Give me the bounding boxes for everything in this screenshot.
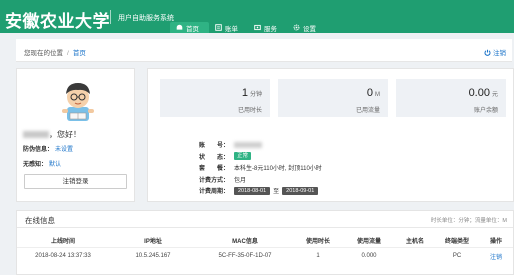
online-info-panel: 在线信息 时长单位：分钟；流量单位：M 上线时间 IP地址 MAC信息 使用时长… bbox=[16, 210, 514, 275]
table-header-row: 上线时间 IP地址 MAC信息 使用时长 使用流量 主机名 终端类型 操作 bbox=[17, 233, 513, 248]
avatar bbox=[62, 83, 94, 121]
security-label: 防伪信息： bbox=[23, 147, 54, 153]
status-label: 状 态： bbox=[199, 154, 230, 161]
col-header: MAC信息 bbox=[232, 238, 258, 245]
period-label: 计费周期： bbox=[199, 189, 230, 196]
col-header: 使用时长 bbox=[305, 238, 330, 245]
col-header: 终端类型 bbox=[444, 238, 469, 245]
nav-item-settings[interactable]: 设置 bbox=[287, 22, 326, 33]
breadcrumb-home-link[interactable]: 首页 bbox=[73, 50, 86, 57]
stat-unit: M bbox=[375, 92, 380, 98]
stat-number: 0 bbox=[366, 87, 373, 99]
perception-row: 无感知： 默认 bbox=[23, 159, 61, 168]
stat-number: 1 bbox=[241, 87, 248, 99]
cell-terminal: PC bbox=[435, 247, 479, 264]
table-row: 2018-08-24 13:37:33 10.5.245.167 5C-FF-3… bbox=[17, 247, 513, 264]
package-value: 本科生-8元110小时, 封顶110小时 bbox=[234, 166, 322, 173]
top-header: 安徽农业大学 用户自助服务系统 首页 账单 服务 设置 bbox=[0, 0, 514, 33]
col-header: 操作 bbox=[489, 238, 502, 245]
nav-item-service[interactable]: 服务 bbox=[248, 22, 287, 33]
package-label: 套 餐： bbox=[199, 166, 230, 173]
logout-button[interactable]: 注销登录 bbox=[24, 174, 127, 189]
cell-traffic: 0.000 bbox=[343, 247, 395, 264]
cell-ip: 10.5.245.167 bbox=[109, 247, 197, 264]
account-row: 账 号： bbox=[199, 139, 322, 151]
package-row: 套 餐： 本科生-8元110小时, 封顶110小时 bbox=[199, 162, 322, 174]
nav-label: 设置 bbox=[303, 25, 316, 33]
logout-label: 注销 bbox=[493, 50, 506, 57]
header-divider bbox=[110, 10, 111, 24]
status-row: 状 态： 正常 bbox=[199, 151, 322, 163]
account-stats-panel: 1 分钟 已用时长 0M 已用流量 0.00 元 账户余额 账 号： 状 态： 正常 … bbox=[147, 68, 514, 202]
online-title: 在线信息 bbox=[25, 216, 55, 225]
stat-label: 已用时长 bbox=[237, 108, 262, 114]
greeting-text: ，您好！ bbox=[49, 130, 81, 139]
security-info-row: 防伪信息： 未设置 bbox=[23, 144, 73, 153]
account-label: 账 号： bbox=[199, 143, 230, 150]
row-logout-link[interactable]: 注销 bbox=[490, 255, 502, 261]
period-end: 2018-09-01 bbox=[282, 186, 319, 195]
col-header: 上线时间 bbox=[50, 238, 75, 245]
col-header: IP地址 bbox=[144, 238, 162, 245]
service-icon bbox=[254, 24, 261, 31]
cell-mac: 5C-FF-35-0F-1D-07 bbox=[197, 247, 293, 264]
stat-unit: 分钟 bbox=[249, 92, 262, 98]
col-header: 使用流量 bbox=[356, 238, 381, 245]
power-icon bbox=[484, 49, 491, 56]
panel-divider bbox=[17, 227, 513, 228]
breadcrumb-text: 您现在的位置 / 首页 bbox=[24, 47, 86, 57]
billing-row: 计费方式： 包月 bbox=[199, 174, 322, 186]
nav-label: 首页 bbox=[186, 25, 199, 33]
stat-value: 0.00 元 bbox=[469, 87, 498, 99]
account-info: 账 号： 状 态： 正常 套 餐： 本科生-8元110小时, 封顶110小时 计费方… bbox=[199, 139, 322, 197]
perception-link[interactable]: 默认 bbox=[49, 162, 61, 168]
cell-action: 注销 bbox=[479, 247, 513, 264]
breadcrumb-location: 您现在的位置 bbox=[24, 50, 63, 57]
stat-balance: 0.00 元 账户余额 bbox=[396, 79, 506, 117]
stat-label: 已用流量 bbox=[355, 108, 380, 114]
cell-host bbox=[395, 247, 435, 264]
stat-value: 1 分钟 bbox=[242, 87, 262, 99]
gear-icon bbox=[293, 24, 300, 31]
stat-unit: 元 bbox=[491, 92, 498, 98]
period-start: 2018-08-01 bbox=[234, 186, 271, 195]
nav-item-bill[interactable]: 账单 bbox=[209, 22, 248, 33]
site-logo: 安徽农业大学 bbox=[5, 12, 110, 31]
nav-label: 账单 bbox=[225, 25, 238, 33]
breadcrumb-separator: / bbox=[67, 50, 69, 57]
security-link[interactable]: 未设置 bbox=[55, 147, 73, 153]
system-subtitle: 用户自助服务系统 bbox=[118, 15, 174, 22]
greeting: ，您好！ bbox=[23, 129, 81, 140]
home-icon bbox=[176, 24, 183, 30]
period-row: 计费周期： 2018-08-01 至 2018-09-01 bbox=[199, 185, 322, 197]
billing-label: 计费方式： bbox=[199, 177, 230, 184]
status-badge: 正常 bbox=[234, 152, 252, 161]
main-nav: 首页 账单 服务 设置 bbox=[170, 22, 326, 33]
cell-duration: 1 bbox=[293, 247, 343, 264]
stat-value: 0M bbox=[367, 87, 380, 99]
period-to: 至 bbox=[273, 189, 280, 196]
breadcrumb: 您现在的位置 / 首页 注销 bbox=[16, 39, 512, 62]
top-logout-link[interactable]: 注销 bbox=[484, 47, 506, 57]
user-name-redacted bbox=[23, 131, 49, 139]
billing-value: 包月 bbox=[234, 177, 247, 184]
account-value-redacted bbox=[234, 141, 262, 148]
bill-icon bbox=[215, 24, 222, 31]
online-unit-note: 时长单位：分钟；流量单位：M bbox=[430, 218, 507, 224]
stat-label: 账户余额 bbox=[473, 108, 498, 114]
cell-time: 2018-08-24 13:37:33 bbox=[17, 247, 109, 264]
online-table: 上线时间 IP地址 MAC信息 使用时长 使用流量 主机名 终端类型 操作 20… bbox=[17, 233, 513, 264]
perception-label: 无感知： bbox=[23, 162, 48, 168]
stat-number: 0.00 bbox=[468, 87, 490, 99]
col-header: 主机名 bbox=[405, 238, 424, 245]
nav-item-home[interactable]: 首页 bbox=[170, 22, 209, 33]
stat-traffic: 0M 已用流量 bbox=[278, 79, 388, 117]
stat-duration: 1 分钟 已用时长 bbox=[160, 79, 270, 117]
nav-label: 服务 bbox=[264, 25, 277, 33]
